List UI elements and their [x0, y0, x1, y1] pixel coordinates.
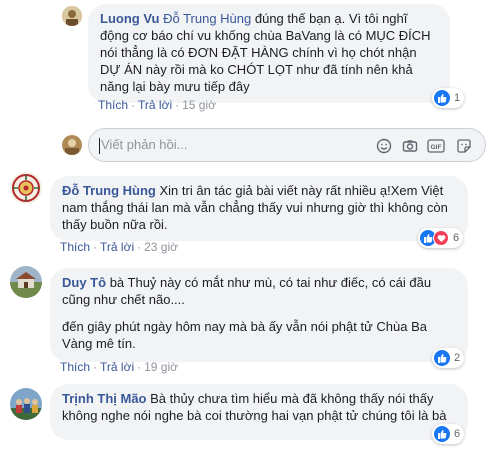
- timestamp[interactable]: 19 giờ: [144, 360, 178, 374]
- reactions-summary[interactable]: 1: [432, 88, 465, 108]
- separator: ·: [93, 240, 98, 254]
- reaction-count: 1: [454, 92, 461, 104]
- reaction-count: 2: [454, 352, 461, 364]
- camera-icon[interactable]: [401, 137, 419, 155]
- comment-actions: Thích · Trả lời · 19 giờ: [60, 360, 178, 374]
- emoji-icon[interactable]: [375, 137, 393, 155]
- separator: ·: [131, 98, 136, 112]
- separator: ·: [175, 98, 180, 112]
- comment-bubble: Duy Tô bà Thuỷ này có mắt như mù, có tai…: [50, 268, 468, 362]
- text-caret: [99, 138, 100, 154]
- timestamp[interactable]: 23 giờ: [144, 240, 178, 254]
- avatar-current-user: [62, 135, 82, 155]
- like-reaction-icon: [434, 426, 450, 442]
- reactions-summary[interactable]: 6: [432, 424, 465, 444]
- avatar-luong-vu[interactable]: [62, 6, 82, 26]
- comment-author[interactable]: Đỗ Trung Hùng: [62, 183, 156, 198]
- reactions-summary[interactable]: 6: [418, 228, 464, 248]
- separator: ·: [137, 360, 142, 374]
- reply-comment-actions: Thích · Trả lời · 15 giờ: [98, 98, 216, 112]
- reply-input-box[interactable]: GIF: [88, 128, 486, 162]
- avatar-do-trung-hung[interactable]: [10, 172, 42, 204]
- comment-bubble: Đỗ Trung Hùng Xin tri ân tác giả bài viế…: [50, 176, 468, 241]
- comment-author[interactable]: Luong Vu: [100, 11, 159, 26]
- like-button[interactable]: Thích: [98, 98, 128, 112]
- comment-author[interactable]: Trịnh Thị Mão: [62, 391, 147, 406]
- comment-text-paragraph-2: đến giây phút ngày hôm nay mà bà ấy vẫn …: [62, 319, 427, 351]
- reactions-summary[interactable]: 2: [432, 348, 465, 368]
- reaction-count: 6: [454, 428, 461, 440]
- separator: ·: [93, 360, 98, 374]
- reply-button[interactable]: Trả lời: [138, 98, 172, 112]
- gif-icon[interactable]: GIF: [427, 137, 445, 155]
- timestamp[interactable]: 15 giờ: [182, 98, 216, 112]
- like-reaction-icon: [434, 90, 450, 106]
- separator: ·: [137, 240, 142, 254]
- avatar-duy-to[interactable]: [10, 266, 42, 298]
- love-reaction-icon: [433, 230, 449, 246]
- comment-author[interactable]: Duy Tô: [62, 275, 106, 290]
- reply-comment-bubble: Luong Vu Đỗ Trung Hùng đúng thế bạn ạ. V…: [88, 4, 450, 103]
- comment-text: bà Thuỷ này có mắt như mù, có tai như đi…: [62, 275, 432, 307]
- reply-button[interactable]: Trả lời: [100, 240, 134, 254]
- reply-button[interactable]: Trả lời: [100, 360, 134, 374]
- sticker-icon[interactable]: [455, 137, 473, 155]
- reaction-count: 6: [453, 232, 460, 244]
- comment-bubble: Trịnh Thị Mão Bà thủy chưa tìm hiểu mà đ…: [50, 384, 468, 440]
- avatar-trinh-thi-mao[interactable]: [10, 388, 42, 420]
- like-reaction-icon: [434, 350, 450, 366]
- svg-text:GIF: GIF: [431, 144, 442, 151]
- comment-actions: Thích · Trả lời · 23 giờ: [60, 240, 178, 254]
- mentioned-user[interactable]: Đỗ Trung Hùng: [163, 11, 251, 26]
- like-button[interactable]: Thích: [60, 360, 90, 374]
- reply-input[interactable]: [101, 137, 361, 152]
- like-button[interactable]: Thích: [60, 240, 90, 254]
